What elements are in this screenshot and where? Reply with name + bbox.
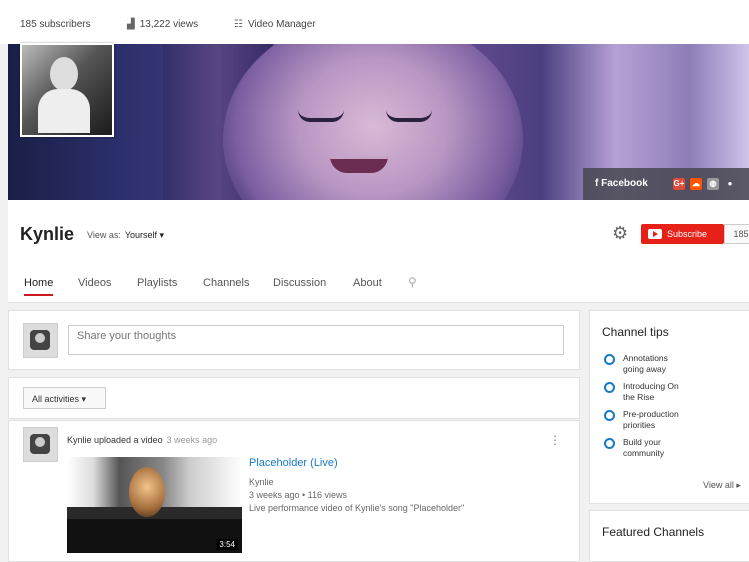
tab-videos[interactable]: Videos (78, 277, 111, 289)
circle-icon (604, 354, 615, 365)
play-icon (648, 229, 662, 239)
avatar (23, 427, 58, 462)
channel-header: Kynlie View as: Yourself ▾ ⚙ Subscribe 18… (8, 200, 749, 303)
channel-tips-title: Channel tips (602, 325, 669, 339)
circle-icon (604, 410, 615, 421)
tip-item[interactable]: Annotations going away (604, 353, 704, 375)
tab-home[interactable]: Home (24, 277, 54, 296)
activity-filter-bar: All activities ▾ (8, 377, 580, 419)
video-description: Live performance video of Kynlie's song … (249, 503, 465, 513)
search-icon[interactable]: ⚲ (408, 275, 417, 289)
tab-about[interactable]: About (353, 277, 382, 289)
subscribe-count: 185 (724, 224, 749, 244)
tab-discussion[interactable]: Discussion (273, 277, 326, 289)
tab-channels[interactable]: Channels (203, 277, 249, 289)
subscribe-button[interactable]: Subscribe (641, 224, 724, 244)
tip-item[interactable]: Introducing On the Rise (604, 381, 704, 403)
more-options-icon[interactable]: ⋮ (549, 433, 561, 447)
view-all-link[interactable]: View all ▸ (703, 480, 741, 491)
channel-tips-panel: Channel tips Annotations going away Intro… (589, 310, 749, 504)
website-icon[interactable]: ◍ (707, 178, 719, 190)
activity-item: Kynlie uploaded a video 3 weeks ago ⋮ 3:5… (8, 420, 580, 562)
gear-icon[interactable]: ⚙ (612, 223, 628, 244)
share-thoughts-input[interactable]: Share your thoughts (68, 325, 564, 355)
video-title-link[interactable]: Placeholder (Live) (249, 457, 338, 469)
video-meta: 3 weeks ago • 116 views (249, 490, 348, 500)
tip-item[interactable]: Pre-production priorities (604, 409, 704, 431)
share-composer: Share your thoughts (8, 310, 580, 370)
bar-chart-icon: ▟ (127, 19, 135, 30)
subscriber-count: 185 subscribers (20, 19, 91, 30)
social-links: f Facebook G+ ☁ ◍ ● (583, 168, 749, 200)
channel-stats-bar: 185 subscribers ▟ 13,222 views ☷ Video Man… (0, 0, 749, 44)
tab-playlists[interactable]: Playlists (137, 277, 177, 289)
channel-name: Kynlie (20, 224, 75, 244)
view-as-selector[interactable]: View as: Yourself ▾ (87, 230, 164, 241)
circle-icon (604, 438, 615, 449)
avatar (23, 323, 58, 358)
all-activities-dropdown[interactable]: All activities ▾ (23, 387, 106, 409)
facebook-link[interactable]: f Facebook (595, 178, 648, 189)
views-stat[interactable]: ▟ 13,222 views (127, 19, 198, 30)
activity-header: Kynlie uploaded a video 3 weeks ago (67, 435, 218, 445)
featured-channels-panel: Featured Channels (589, 510, 749, 562)
video-thumbnail[interactable]: 3:54 (67, 457, 242, 553)
tip-item[interactable]: Build your community (604, 437, 704, 459)
video-channel[interactable]: Kynlie (249, 477, 274, 487)
soundcloud-icon[interactable]: ☁ (690, 178, 702, 190)
video-manager-link[interactable]: ☷ Video Manager (234, 19, 316, 30)
channel-avatar[interactable] (20, 43, 114, 137)
video-duration: 3:54 (216, 539, 238, 550)
circle-icon (604, 382, 615, 393)
apple-icon[interactable]: ● (724, 178, 736, 190)
video-manager-icon: ☷ (234, 19, 243, 30)
google-plus-icon[interactable]: G+ (673, 178, 685, 190)
featured-channels-title: Featured Channels (602, 525, 705, 539)
